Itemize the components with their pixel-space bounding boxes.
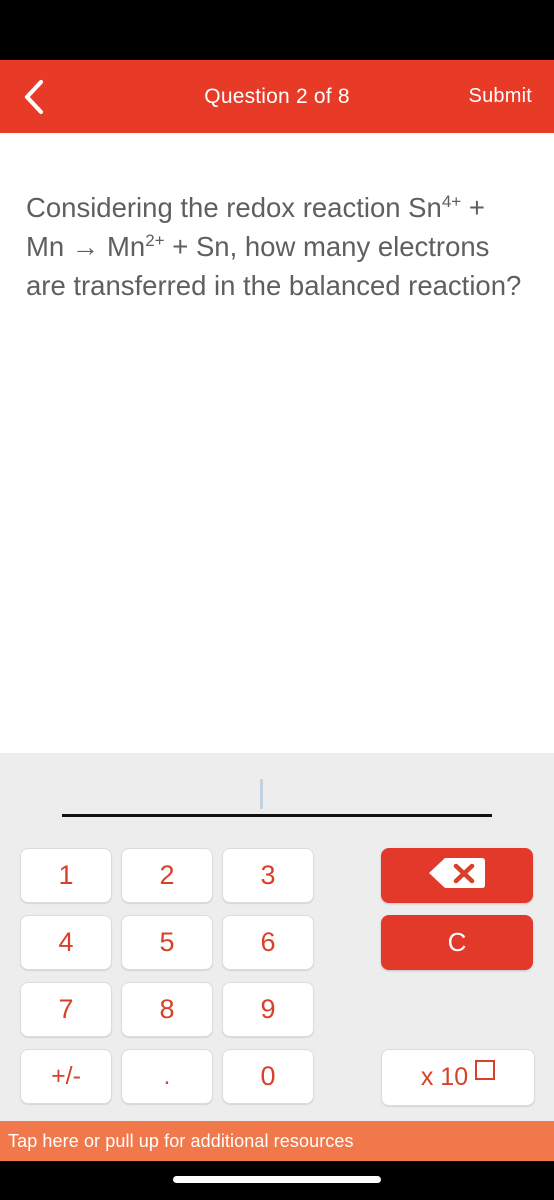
question-superscript-2: 2+: [145, 230, 165, 250]
question-text: Considering the redox reaction Sn4+ + Mn…: [26, 188, 526, 305]
key-3[interactable]: 3: [222, 848, 314, 903]
backspace-delete-icon: [428, 856, 486, 895]
key-0[interactable]: 0: [222, 1049, 314, 1104]
key-9[interactable]: 9: [222, 982, 314, 1037]
text-caret: [260, 779, 263, 809]
additional-resources-label: Tap here or pull up for additional resou…: [8, 1130, 354, 1151]
key-6[interactable]: 6: [222, 915, 314, 970]
exponent-placeholder-box: [475, 1059, 496, 1080]
question-segment-1: Considering the redox reaction Sn: [26, 192, 442, 223]
app-header: Question 2 of 8 Submit: [0, 60, 554, 133]
question-panel: Considering the redox reaction Sn4+ + Mn…: [0, 133, 554, 753]
submit-button[interactable]: Submit: [469, 85, 532, 108]
clear-button[interactable]: C: [381, 915, 533, 970]
backspace-button[interactable]: [381, 848, 533, 903]
exponent-button[interactable]: x 10: [381, 1049, 535, 1106]
home-bar-area: [0, 1161, 554, 1200]
numeric-keypad: 1 2 3 4 5 6 7 8 9 +/- . 0: [20, 848, 315, 1104]
key-1[interactable]: 1: [20, 848, 112, 903]
key-4[interactable]: 4: [20, 915, 112, 970]
app-screen: Question 2 of 8 Submit Considering the r…: [0, 0, 554, 1200]
answer-underline: [62, 814, 492, 817]
key-decimal[interactable]: .: [121, 1049, 213, 1104]
exponent-label: x 10: [420, 1063, 469, 1091]
additional-resources-banner[interactable]: Tap here or pull up for additional resou…: [0, 1121, 554, 1161]
keypad-panel: 1 2 3 4 5 6 7 8 9 +/- . 0 C x 10: [0, 753, 554, 1121]
key-sign[interactable]: +/-: [20, 1049, 112, 1104]
home-indicator[interactable]: [173, 1176, 381, 1183]
status-bar: [0, 0, 554, 60]
action-keys: C x 10: [381, 848, 535, 1106]
key-8[interactable]: 8: [121, 982, 213, 1037]
question-superscript-1: 4+: [441, 191, 462, 211]
key-7[interactable]: 7: [20, 982, 112, 1037]
answer-input[interactable]: [62, 773, 492, 823]
key-5[interactable]: 5: [121, 915, 213, 970]
key-2[interactable]: 2: [121, 848, 213, 903]
